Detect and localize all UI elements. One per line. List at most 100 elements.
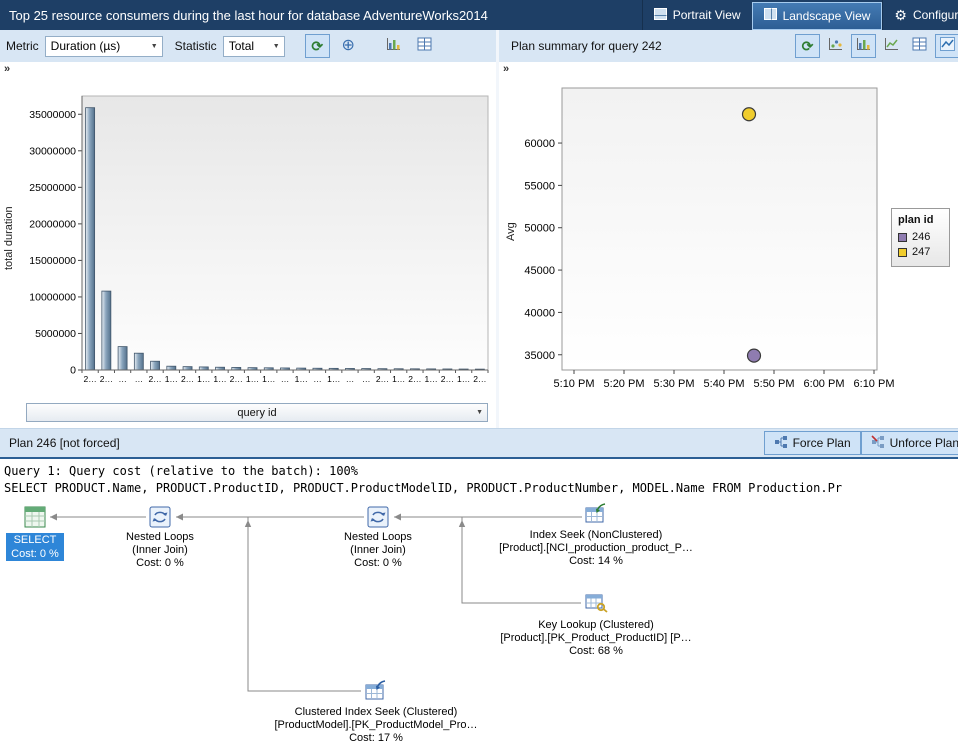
- unforce-plan-icon: [871, 434, 885, 452]
- svg-text:45000: 45000: [524, 265, 555, 277]
- svg-text:2…: 2…: [148, 374, 161, 384]
- plan-summary-scatter-chart[interactable]: 35000 40000 45000 50000 55000 60000 5:10 PM 5:2…: [499, 72, 957, 418]
- plan-header-title: Plan 246 [not forced]: [9, 436, 120, 450]
- plan-summary-toolbar: Plan summary for query 242 ⟳: [499, 30, 958, 62]
- refresh-icon: ⟳: [801, 38, 814, 54]
- svg-text:5:40 PM: 5:40 PM: [704, 378, 745, 390]
- chevron-down-icon: ▼: [272, 42, 280, 50]
- y-axis-title: total duration: [3, 206, 15, 270]
- statistic-label: Statistic: [174, 39, 217, 53]
- view-chart-button[interactable]: [381, 34, 406, 58]
- title-bar: Top 25 resource consumers during the las…: [0, 0, 958, 30]
- select-operator-icon[interactable]: [22, 504, 48, 530]
- chevron-down-icon: ▼: [150, 42, 158, 50]
- svg-text:2…: 2…: [181, 374, 194, 384]
- unforce-plan-button[interactable]: Unforce Plan: [860, 431, 958, 455]
- line-view-button[interactable]: [879, 34, 904, 58]
- bar-chart-icon: [856, 37, 871, 56]
- svg-text:50000: 50000: [524, 223, 555, 235]
- key-lookup-label: Key Lookup (Clustered) [Product].[PK_Prod…: [500, 619, 692, 657]
- svg-text:2…: 2…: [376, 374, 389, 384]
- svg-text:5:50 PM: 5:50 PM: [754, 378, 795, 390]
- index-seek-icon[interactable]: [583, 501, 609, 527]
- svg-text:5000000: 5000000: [35, 328, 76, 340]
- scatter-view-button[interactable]: [823, 34, 848, 58]
- execution-plan-canvas[interactable]: SELECT Cost: 0 % Nested Loops (Inner Join…: [0, 500, 958, 756]
- view-grid-button[interactable]: [412, 34, 437, 58]
- bar-chart-icon: [386, 37, 401, 56]
- svg-text:…: …: [362, 374, 371, 384]
- plan-247-swatch: [898, 247, 907, 257]
- svg-text:1…: 1…: [165, 374, 178, 384]
- svg-text:1…: 1…: [425, 374, 438, 384]
- svg-text:30000000: 30000000: [29, 145, 76, 157]
- svg-text:1…: 1…: [392, 374, 405, 384]
- select-operator-label[interactable]: SELECT Cost: 0 %: [6, 533, 64, 561]
- configure-button[interactable]: ⚙ Configure: [882, 0, 958, 30]
- line-chart-icon: [884, 37, 899, 56]
- chart-view-button[interactable]: [851, 34, 876, 58]
- svg-text:1…: 1…: [262, 374, 275, 384]
- query-text-panel: Query 1: Query cost (relative to the bat…: [0, 459, 958, 500]
- metric-label: Metric: [6, 39, 39, 53]
- page-title: Top 25 resource consumers during the las…: [9, 7, 488, 23]
- crosshair-icon: ⊕: [341, 37, 355, 54]
- nested-loops-icon[interactable]: [365, 504, 391, 530]
- svg-text:25000000: 25000000: [29, 182, 76, 194]
- legend-item[interactable]: 247: [898, 246, 943, 258]
- refresh-button[interactable]: ⟳: [304, 34, 330, 58]
- svg-text:2…: 2…: [441, 374, 454, 384]
- plan-summary-title: Plan summary for query 242: [511, 39, 662, 53]
- plan-246-swatch: [898, 232, 907, 242]
- query-sql-line: SELECT PRODUCT.Name, PRODUCT.ProductID, …: [4, 481, 843, 495]
- portrait-layout-icon: [653, 7, 667, 23]
- grid-icon: [417, 37, 432, 56]
- svg-text:20000000: 20000000: [29, 218, 76, 230]
- svg-text:40000: 40000: [524, 307, 555, 319]
- metric-dropdown[interactable]: Duration (µs) ▼: [44, 35, 163, 57]
- svg-text:…: …: [135, 374, 144, 384]
- svg-text:6:00 PM: 6:00 PM: [804, 378, 845, 390]
- landscape-view-button[interactable]: Landscape View: [751, 1, 883, 30]
- total-duration-bar-chart[interactable]: 0 5000000 10000000 15000000 20000000 25000000…: [16, 88, 492, 404]
- toolbar: Metric Duration (µs) ▼ Statistic Total ▼…: [0, 30, 958, 62]
- force-plan-button[interactable]: Force Plan: [763, 431, 861, 455]
- collapse-left-chart-button[interactable]: »: [4, 63, 10, 75]
- svg-text:5:20 PM: 5:20 PM: [604, 378, 645, 390]
- svg-text:2…: 2…: [230, 374, 243, 384]
- legend-title: plan id: [898, 214, 934, 226]
- portrait-view-button[interactable]: Portrait View: [641, 0, 752, 30]
- track-query-button[interactable]: ⊕: [336, 34, 361, 58]
- key-lookup-icon[interactable]: [583, 590, 609, 616]
- grid-icon: [912, 37, 927, 56]
- refresh-plan-summary-button[interactable]: ⟳: [795, 34, 820, 58]
- clustered-index-seek-icon[interactable]: [363, 678, 389, 704]
- nested-loops-label: Nested Loops (Inner Join) Cost: 0 %: [344, 531, 412, 569]
- nested-loops-icon[interactable]: [147, 504, 173, 530]
- svg-text:2…: 2…: [84, 374, 97, 384]
- svg-text:55000: 55000: [524, 180, 555, 192]
- plan-header-bar: Plan 246 [not forced] Force Plan Unforce…: [0, 428, 958, 459]
- grid-view-button[interactable]: [907, 34, 932, 58]
- svg-text:…: …: [313, 374, 322, 384]
- svg-text:1…: 1…: [213, 374, 226, 384]
- svg-text:10000000: 10000000: [29, 291, 76, 303]
- svg-text:35000: 35000: [524, 350, 555, 362]
- statistic-dropdown[interactable]: Total ▼: [222, 35, 285, 57]
- svg-text:5:30 PM: 5:30 PM: [654, 378, 695, 390]
- scatter-chart-icon: [828, 37, 843, 56]
- svg-text:2…: 2…: [100, 374, 113, 384]
- plan-id-legend: plan id 246 247: [891, 208, 950, 267]
- clustered-index-seek-label: Clustered Index Seek (Clustered) [Product…: [274, 706, 478, 744]
- x-axis-field-dropdown[interactable]: query id ▼: [26, 403, 488, 422]
- svg-text:1…: 1…: [246, 374, 259, 384]
- compare-plans-button[interactable]: [935, 34, 958, 58]
- legend-item[interactable]: 246: [898, 231, 943, 243]
- chevron-down-icon: ▼: [476, 409, 483, 416]
- plan-summary-chart-pane: » Avg 35000 40000 45000 50000 55000 60000 5:10…: [499, 62, 958, 428]
- svg-text:35000000: 35000000: [29, 109, 76, 121]
- x-axis-title: query id: [237, 406, 277, 419]
- svg-text:…: …: [281, 374, 290, 384]
- svg-text:60000: 60000: [524, 138, 555, 150]
- svg-text:1…: 1…: [295, 374, 308, 384]
